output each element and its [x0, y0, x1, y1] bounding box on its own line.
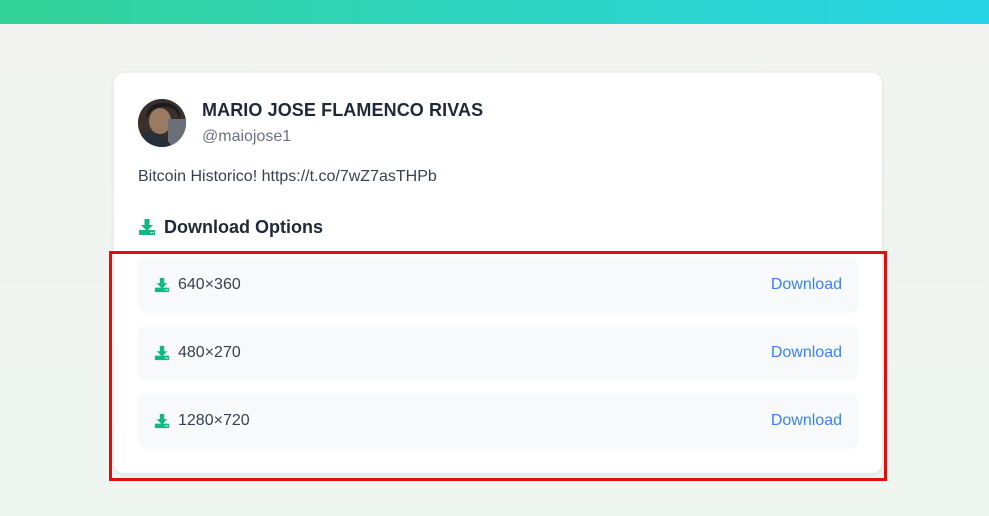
- download-link[interactable]: Download: [771, 257, 842, 313]
- download-option: 1280×720: [154, 393, 250, 449]
- download-link[interactable]: Download: [771, 325, 842, 381]
- download-icon: [154, 277, 170, 293]
- download-icon: [154, 345, 170, 361]
- download-options-header: Download Options: [138, 216, 323, 238]
- download-icon: [154, 413, 170, 429]
- profile-handle: @maiojose1: [202, 128, 292, 145]
- resolution-label: 1280×720: [178, 412, 250, 429]
- download-row: 640×360 Download: [138, 257, 858, 313]
- tweet-text: Bitcoin Historico! https://t.co/7wZ7asTH…: [138, 168, 437, 185]
- top-gradient-bar: [0, 0, 989, 24]
- download-icon: [138, 218, 156, 236]
- download-option: 640×360: [154, 257, 241, 313]
- download-option: 480×270: [154, 325, 241, 381]
- download-row: 480×270 Download: [138, 325, 858, 381]
- resolution-label: 480×270: [178, 344, 241, 361]
- avatar-photo-icon: [138, 99, 186, 147]
- resolution-label: 640×360: [178, 276, 241, 293]
- avatar: [138, 99, 186, 147]
- download-link[interactable]: Download: [771, 393, 842, 449]
- download-row: 1280×720 Download: [138, 393, 858, 449]
- profile-name: MARIO JOSE FLAMENCO RIVAS: [202, 100, 484, 120]
- download-options-title: Download Options: [164, 216, 323, 237]
- tweet-card: MARIO JOSE FLAMENCO RIVAS @maiojose1 Bit…: [114, 73, 882, 473]
